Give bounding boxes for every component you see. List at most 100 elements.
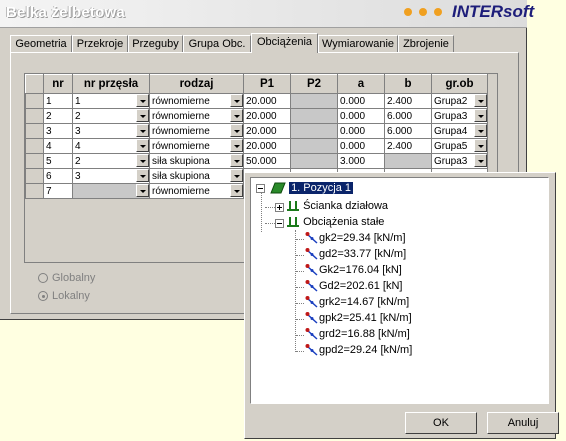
cell-b[interactable]: 2.400: [384, 93, 432, 109]
chevron-down-icon[interactable]: [230, 94, 243, 107]
cell-p1[interactable]: 50.000: [243, 153, 291, 169]
cell-a[interactable]: 0.000: [337, 93, 385, 109]
cell-p1[interactable]: 20.000: [243, 108, 291, 124]
tree-leaf-value[interactable]: gpk2=25.41 [kN/m]: [305, 311, 412, 325]
ok-button[interactable]: OK: [405, 412, 477, 434]
cell-nr-przesla[interactable]: 2: [72, 108, 150, 124]
chevron-down-icon[interactable]: [230, 154, 243, 167]
cell-p2[interactable]: [290, 153, 338, 169]
cell-nr-przesla[interactable]: 2: [72, 153, 150, 169]
cell-rodzaj[interactable]: równomierne: [149, 108, 244, 124]
header-p2[interactable]: P2: [290, 74, 338, 94]
row-header[interactable]: [25, 93, 44, 109]
tree-leaf-value[interactable]: gpd2=29.24 [kN/m]: [305, 343, 412, 357]
tree-leaf-value[interactable]: gd2=33.77 [kN/m]: [305, 247, 406, 261]
cell-a[interactable]: 0.000: [337, 138, 385, 154]
tree-leaf-value[interactable]: grk2=14.67 [kN/m]: [305, 295, 409, 309]
header-grob[interactable]: gr.ob: [431, 74, 488, 94]
chevron-down-icon[interactable]: [136, 139, 149, 152]
cell-rodzaj[interactable]: równomierne: [149, 138, 244, 154]
cell-a[interactable]: 0.000: [337, 108, 385, 124]
tree-leaf-value[interactable]: grd2=16.88 [kN/m]: [305, 327, 410, 341]
tab-przekroje[interactable]: Przekroje: [72, 35, 128, 52]
row-header[interactable]: [25, 153, 44, 169]
header-nr[interactable]: nr: [43, 74, 73, 94]
tab-grupa-obc[interactable]: Grupa Obc.: [183, 35, 251, 52]
cell-p1[interactable]: 20.000: [243, 93, 291, 109]
cell-grob[interactable]: Grupa3: [431, 153, 488, 169]
chevron-down-icon[interactable]: [136, 124, 149, 137]
cell-nr[interactable]: 1: [43, 93, 73, 109]
cell-nr-przesla[interactable]: 4: [72, 138, 150, 154]
chevron-down-icon[interactable]: [136, 169, 149, 182]
expand-scianka-toggle[interactable]: [275, 203, 284, 212]
cell-nr[interactable]: 7: [43, 183, 73, 199]
tab-geometria[interactable]: Geometria: [10, 35, 72, 52]
row-header[interactable]: [25, 183, 44, 199]
chevron-down-icon[interactable]: [136, 109, 149, 122]
cell-rodzaj[interactable]: siła skupiona: [149, 153, 244, 169]
header-nr-przesla[interactable]: nr przęsła: [72, 74, 150, 94]
cell-a[interactable]: 3.000: [337, 153, 385, 169]
header-a[interactable]: a: [337, 74, 385, 94]
cell-rodzaj[interactable]: siła skupiona: [149, 168, 244, 184]
tab-wymiarowanie[interactable]: Wymiarowanie: [318, 35, 398, 52]
tab-przeguby[interactable]: Przeguby: [128, 35, 183, 52]
header-b[interactable]: b: [384, 74, 432, 94]
cell-p2[interactable]: [290, 138, 338, 154]
tree-root-node[interactable]: 1. Pozycja 1: [268, 181, 353, 195]
cell-a[interactable]: 0.000: [337, 123, 385, 139]
row-header[interactable]: [25, 108, 44, 124]
cell-p1[interactable]: 20.000: [243, 138, 291, 154]
chevron-down-icon[interactable]: [230, 109, 243, 122]
row-header[interactable]: [25, 168, 44, 184]
cell-rodzaj[interactable]: równomierne: [149, 93, 244, 109]
cell-nr-przesla[interactable]: 1: [72, 93, 150, 109]
header-rodzaj[interactable]: rodzaj: [149, 74, 244, 94]
cell-nr[interactable]: 3: [43, 123, 73, 139]
chevron-down-icon[interactable]: [136, 94, 149, 107]
chevron-down-icon[interactable]: [474, 109, 487, 122]
cancel-button[interactable]: Anuluj: [487, 412, 559, 434]
chevron-down-icon[interactable]: [230, 139, 243, 152]
chevron-down-icon[interactable]: [230, 169, 243, 182]
cell-nr-przesla[interactable]: 3: [72, 168, 150, 184]
tree-leaf-value[interactable]: Gk2=176.04 [kN]: [305, 263, 402, 277]
cell-nr-przesla[interactable]: [72, 183, 150, 199]
tab-zbrojenie[interactable]: Zbrojenie: [398, 35, 454, 52]
cell-p1[interactable]: 20.000: [243, 123, 291, 139]
tree-leaf-value[interactable]: gk2=29.34 [kN/m]: [305, 231, 406, 245]
cell-p2[interactable]: [290, 108, 338, 124]
chevron-down-icon[interactable]: [136, 154, 149, 167]
chevron-down-icon[interactable]: [474, 139, 487, 152]
collapse-root-toggle[interactable]: [256, 184, 265, 193]
cell-rodzaj[interactable]: równomierne: [149, 183, 244, 199]
cell-grob[interactable]: Grupa3: [431, 108, 488, 124]
cell-nr[interactable]: 4: [43, 138, 73, 154]
collapse-obciazenia-toggle[interactable]: [275, 219, 284, 228]
cell-rodzaj[interactable]: równomierne: [149, 123, 244, 139]
radio-globalny[interactable]: Globalny: [38, 272, 95, 284]
tab-obciazenia[interactable]: Obciążenia: [251, 33, 318, 53]
cell-b[interactable]: 6.000: [384, 108, 432, 124]
chevron-down-icon[interactable]: [230, 184, 243, 197]
cell-nr[interactable]: 5: [43, 153, 73, 169]
cell-nr[interactable]: 2: [43, 108, 73, 124]
tree-node-scianka[interactable]: Ścianka działowa: [286, 199, 388, 213]
chevron-down-icon[interactable]: [474, 154, 487, 167]
chevron-down-icon[interactable]: [474, 94, 487, 107]
cell-p2[interactable]: [290, 123, 338, 139]
cell-b[interactable]: [384, 153, 432, 169]
chevron-down-icon[interactable]: [230, 124, 243, 137]
radio-lokalny[interactable]: Lokalny: [38, 290, 90, 302]
cell-nr-przesla[interactable]: 3: [72, 123, 150, 139]
row-header[interactable]: [25, 138, 44, 154]
cell-b[interactable]: 2.400: [384, 138, 432, 154]
row-header[interactable]: [25, 123, 44, 139]
tree-node-obciazenia-stale[interactable]: Obciążenia stałe: [286, 215, 384, 229]
cell-grob[interactable]: Grupa4: [431, 123, 488, 139]
cell-grob[interactable]: Grupa5: [431, 138, 488, 154]
tree-leaf-value[interactable]: Gd2=202.61 [kN]: [305, 279, 402, 293]
cell-grob[interactable]: Grupa2: [431, 93, 488, 109]
cell-nr[interactable]: 6: [43, 168, 73, 184]
